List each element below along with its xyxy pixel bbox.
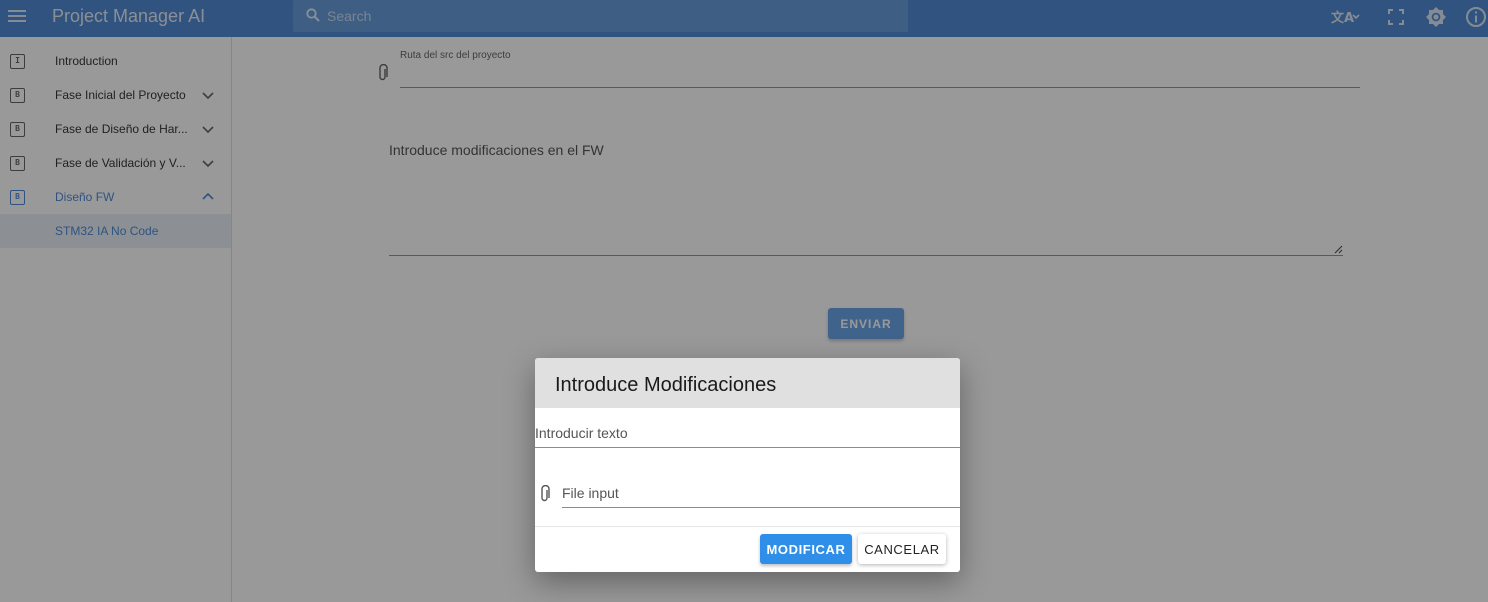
file-input[interactable] (562, 478, 960, 508)
dialog-header: Introduce Modificaciones (535, 358, 960, 408)
modify-button[interactable]: MODIFICAR (760, 534, 852, 564)
modifications-dialog: Introduce Modificaciones MODIFICAR CANCE… (535, 358, 960, 572)
dialog-title: Introduce Modificaciones (555, 374, 777, 396)
text-input[interactable] (535, 418, 960, 448)
paperclip-icon[interactable] (539, 485, 551, 503)
dialog-divider (535, 526, 960, 527)
cancel-button[interactable]: CANCELAR (858, 534, 946, 564)
